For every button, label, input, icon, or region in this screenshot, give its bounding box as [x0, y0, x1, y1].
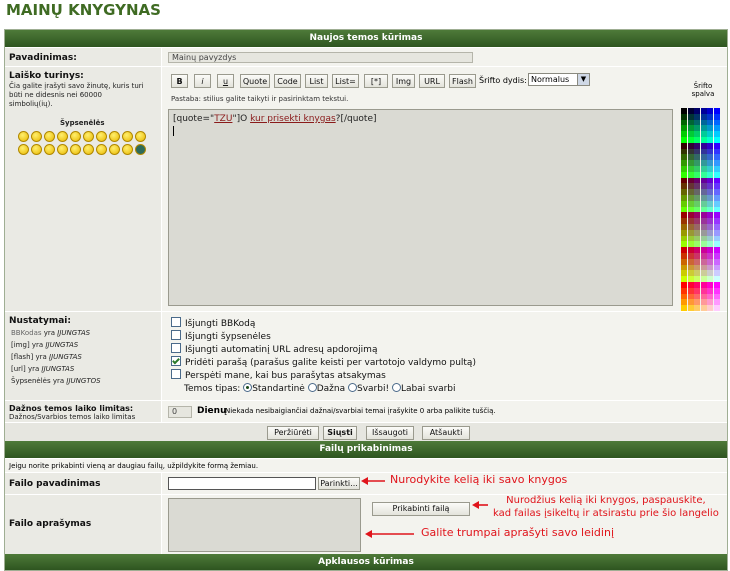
bold-button[interactable]: B: [171, 74, 188, 88]
subject-input[interactable]: Mainų pavyzdys: [168, 52, 473, 63]
smiley-icon[interactable]: [83, 144, 94, 155]
cancel-button[interactable]: Atšaukti: [422, 426, 470, 440]
annotation-attach: Nurodžius kelią iki knygos, paspauskite,…: [493, 495, 719, 519]
smileys-label: Šypsenėlės: [60, 119, 105, 127]
smiley-icon[interactable]: [18, 144, 29, 155]
topic-type-very-important-label[interactable]: Labai svarbi: [401, 384, 456, 394]
filename-label: Failo pavadinimas: [9, 479, 101, 489]
bbcode-status-list: BBKodas yra ĮJUNGTAS [img] yra ĮJUNGTAS …: [11, 329, 101, 385]
smiley-icon[interactable]: [70, 131, 81, 142]
sticky-days-unit: Dienų: [197, 406, 227, 416]
font-size-label: Šrifto dydis:: [479, 76, 527, 85]
smiley-icon[interactable]: [70, 144, 81, 155]
settings-label: Nustatymai:: [9, 316, 71, 326]
smiley-icon[interactable]: [135, 131, 146, 142]
message-label: Laiško turinys:: [9, 71, 84, 81]
annotation-description: Galite trumpai aprašyti savo leidinį: [421, 526, 614, 539]
attach-file-button[interactable]: Prikabinti failą: [372, 502, 470, 516]
sticky-limit-row: Dažnos temos laiko limitas: Dažnos/Svarb…: [5, 400, 727, 422]
smiley-icon[interactable]: [44, 131, 55, 142]
file-description-textarea[interactable]: [168, 498, 361, 552]
smiley-icon[interactable]: [109, 144, 120, 155]
filename-row: Failo pavadinimas Parinkti...: [5, 472, 727, 494]
message-hint: Čia galite įrašyti savo žinutę, kuris tu…: [9, 82, 144, 108]
topic-type-sticky-label[interactable]: Dažna: [317, 384, 345, 394]
notify-reply-checkbox[interactable]: [171, 369, 181, 379]
disable-url-option[interactable]: Išjungti automatinį URL adresų apdorojim…: [171, 343, 377, 355]
topic-type-label: Temos tipas:: [184, 384, 241, 394]
settings-row: Nustatymai: BBKodas yra ĮJUNGTAS [img] y…: [5, 311, 727, 400]
disable-smileys-option[interactable]: Išjungti šypsenėles: [171, 330, 271, 342]
text-cursor: [173, 126, 174, 136]
smiley-icon[interactable]: [57, 131, 68, 142]
italic-button[interactable]: i: [194, 74, 211, 88]
format-tip: Pastaba: stilius galite taikyti ir pasir…: [171, 95, 349, 103]
preview-button[interactable]: Peržiūrėti: [267, 426, 319, 440]
actions-row: Peržiūrėti Siųsti Išsaugoti Atšaukti: [5, 422, 727, 441]
smiley-icon[interactable]: [18, 131, 29, 142]
smiley-icon[interactable]: [31, 144, 42, 155]
smiley-icon[interactable]: [122, 131, 133, 142]
file-path-input[interactable]: [168, 477, 316, 490]
submit-button[interactable]: Siųsti: [323, 426, 357, 440]
annotation-file-path: Nurodykite kelią iki savo knygos: [390, 473, 568, 486]
topic-type-important-label[interactable]: Svarbi!: [357, 384, 389, 394]
font-size-select[interactable]: Normalus ▼: [528, 73, 590, 86]
smiley-icon[interactable]: [96, 131, 107, 142]
browse-button[interactable]: Parinkti...: [318, 477, 360, 490]
ordered-list-button[interactable]: List=: [332, 74, 359, 88]
message-content: [quote="TZU"]O kur prisekti knygas?[/quo…: [173, 114, 377, 124]
disable-bbcode-checkbox[interactable]: [171, 317, 181, 327]
sticky-limit-label: Dažnos temos laiko limitas:: [9, 404, 134, 413]
font-color-label: Šrifto spalva: [691, 82, 715, 98]
new-topic-header: Naujos temos kūrimas: [5, 30, 727, 47]
topic-type-very-important-radio[interactable]: [391, 383, 401, 392]
disable-smileys-checkbox[interactable]: [171, 330, 181, 340]
notify-reply-option[interactable]: Perspėti mane, kai bus parašytas atsakym…: [171, 369, 386, 381]
message-textarea[interactable]: [quote="TZU"]O kur prisekti knygas?[/quo…: [168, 109, 673, 306]
disable-url-checkbox[interactable]: [171, 343, 181, 353]
page-title: MAINŲ KNYGYNAS: [6, 1, 161, 19]
underline-button[interactable]: u: [217, 74, 234, 88]
code-button[interactable]: Code: [274, 74, 301, 88]
smiley-icon[interactable]: [57, 144, 68, 155]
attachments-intro: Jeigu norite prikabinti vieną ar daugiau…: [9, 462, 259, 470]
chevron-down-icon[interactable]: ▼: [577, 74, 589, 85]
sticky-hint: Niekada nesibaigiančiai dažnai/svarbiai …: [225, 407, 496, 415]
save-draft-button[interactable]: Išsaugoti: [366, 426, 414, 440]
new-topic-form: Naujos temos kūrimas Pavadinimas: Mainų …: [4, 29, 728, 571]
sticky-days-input[interactable]: 0: [168, 406, 192, 418]
subject-label: Pavadinimas:: [9, 53, 77, 63]
img-button[interactable]: Img: [392, 74, 415, 88]
topic-type-group: Temos tipas: Standartinė Dažna Svarbi! L…: [184, 383, 456, 394]
disable-bbcode-option[interactable]: Išjungti BBKodą: [171, 317, 255, 329]
smiley-icon[interactable]: [135, 144, 146, 155]
topic-type-normal-radio[interactable]: [243, 383, 253, 392]
smiley-icon[interactable]: [109, 131, 120, 142]
smiley-icon[interactable]: [83, 131, 94, 142]
flash-button[interactable]: Flash: [449, 74, 476, 88]
subject-row: Pavadinimas: Mainų pavyzdys: [5, 47, 727, 66]
smiley-icon[interactable]: [44, 144, 55, 155]
topic-type-important-radio[interactable]: [348, 383, 357, 392]
topic-type-normal-label[interactable]: Standartinė: [252, 384, 305, 394]
message-row: Laiško turinys: Čia galite įrašyti savo …: [5, 66, 727, 311]
smiley-icon[interactable]: [96, 144, 107, 155]
description-label: Failo aprašymas: [9, 519, 92, 529]
quote-button[interactable]: Quote: [240, 74, 270, 88]
attach-signature-option[interactable]: Pridėti parašą (parašus galite keisti pe…: [171, 356, 476, 368]
attach-signature-checkbox[interactable]: [171, 356, 181, 366]
smiley-icon[interactable]: [122, 144, 133, 155]
smiley-icon[interactable]: [31, 131, 42, 142]
url-button[interactable]: URL: [419, 74, 445, 88]
topic-type-sticky-radio[interactable]: [307, 383, 317, 392]
list-item-button[interactable]: [*]: [364, 74, 388, 88]
sticky-limit-sublabel: Dažnos/Svarbios temos laiko limitas: [9, 413, 136, 421]
content-link-name: TZU: [214, 114, 233, 124]
content-link-question: kur prisekti knygas: [250, 114, 336, 124]
attachments-intro-row: Jeigu norite prikabinti vieną ar daugiau…: [5, 458, 727, 472]
attachments-header: Failų prikabinimas: [5, 441, 727, 458]
list-button[interactable]: List: [305, 74, 328, 88]
poll-header: Apklausos kūrimas: [5, 554, 727, 570]
